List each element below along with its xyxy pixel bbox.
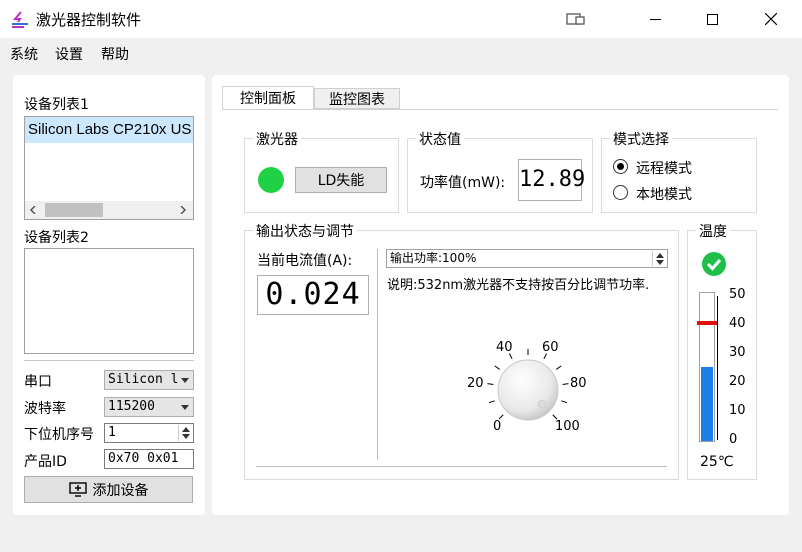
- menu-help[interactable]: 帮助: [101, 44, 129, 64]
- current-lcd: 0.024: [257, 275, 369, 315]
- port-select[interactable]: Silicon l: [104, 370, 194, 390]
- dial-pointer: [537, 399, 547, 409]
- slave-label: 下位机序号: [24, 427, 94, 443]
- baud-label: 波特率: [24, 401, 66, 417]
- check-circle-icon: [702, 252, 726, 276]
- output-group-title: 输出状态与调节: [253, 221, 357, 241]
- dial-label-80: 80: [570, 376, 587, 391]
- remote-mode-label[interactable]: 远程模式: [636, 158, 692, 178]
- spin-down-icon[interactable]: [656, 260, 664, 265]
- chevron-right-icon[interactable]: [179, 206, 187, 214]
- scale-40: 40: [729, 316, 746, 331]
- device-list1[interactable]: Silicon Labs CP210x US: [24, 116, 194, 220]
- spin-arrows[interactable]: [652, 251, 666, 266]
- tab-line: [222, 109, 778, 110]
- horizontal-scrollbar[interactable]: [25, 201, 193, 219]
- product-id-field[interactable]: 0x70 0x01: [104, 449, 194, 469]
- alarm-marker: [697, 320, 717, 325]
- thermo-scale: [717, 296, 727, 440]
- port-label: 串口: [24, 374, 52, 390]
- port-value: Silicon l: [108, 372, 179, 387]
- product-value: 0x70 0x01: [108, 451, 179, 466]
- tab-control[interactable]: 控制面板: [222, 86, 314, 110]
- screen-icon[interactable]: [566, 13, 586, 27]
- dial-tick: [556, 365, 562, 370]
- temp-readout: 25℃: [700, 454, 734, 470]
- divider: [24, 360, 194, 361]
- dial-knob[interactable]: [497, 359, 559, 421]
- temp-group-title: 温度: [696, 221, 730, 241]
- output-power-value: 输出功率:100%: [390, 251, 477, 265]
- device-list2-label: 设备列表2: [24, 230, 89, 246]
- product-label: 产品ID: [24, 454, 67, 470]
- dial-label-20: 20: [467, 376, 484, 391]
- thermometer: [697, 292, 717, 442]
- ld-disable-button[interactable]: LD失能: [295, 167, 387, 193]
- remote-mode-radio[interactable]: [613, 159, 628, 174]
- close-button[interactable]: [748, 0, 794, 38]
- add-device-label: 添加设备: [92, 482, 149, 499]
- slave-spinbox[interactable]: 1: [104, 423, 194, 443]
- dial-tick: [487, 383, 494, 386]
- device-list2[interactable]: [24, 248, 194, 354]
- chevron-left-icon[interactable]: [29, 206, 37, 214]
- output-power-spinbox[interactable]: 输出功率:100%: [386, 249, 668, 268]
- baud-value: 115200: [108, 399, 155, 414]
- dial-tick: [494, 365, 500, 370]
- add-device-button[interactable]: 添加设备: [24, 476, 193, 503]
- laser-status-indicator: [258, 167, 284, 193]
- baud-select[interactable]: 115200: [104, 397, 194, 417]
- local-mode-radio[interactable]: [613, 185, 628, 200]
- power-lcd: 12.89: [518, 159, 585, 201]
- minimize-icon: [649, 18, 661, 20]
- output-bottom-line: [256, 466, 667, 467]
- scale-10: 10: [729, 403, 746, 418]
- dial-label-40: 40: [496, 340, 513, 355]
- dial-tick: [488, 400, 495, 404]
- chevron-down-icon: [181, 378, 189, 383]
- tab-monitor[interactable]: 监控图表: [314, 88, 400, 109]
- minimize-button[interactable]: [632, 0, 678, 38]
- dial-tick: [562, 383, 569, 386]
- laser-group-title: 激光器: [253, 129, 301, 149]
- output-note: 说明:532nm激光器不支持按百分比调节功率.: [387, 278, 650, 293]
- scale-50: 50: [729, 287, 746, 302]
- scale-20: 20: [729, 374, 746, 389]
- menu-settings[interactable]: 设置: [55, 44, 83, 64]
- spin-up-icon[interactable]: [656, 253, 664, 258]
- local-mode-label[interactable]: 本地模式: [636, 184, 692, 204]
- spin-arrows[interactable]: [178, 425, 192, 441]
- scrollbar-thumb[interactable]: [45, 203, 103, 217]
- dial-label-60: 60: [542, 340, 559, 355]
- scale-0: 0: [729, 432, 738, 447]
- menu-system[interactable]: 系统: [10, 44, 38, 64]
- spin-up-icon[interactable]: [182, 427, 190, 432]
- status-group-title: 状态值: [416, 129, 464, 149]
- list-item[interactable]: Silicon Labs CP210x US: [25, 117, 193, 143]
- mode-group-title: 模式选择: [610, 129, 672, 149]
- slave-value: 1: [108, 425, 116, 440]
- spin-down-icon[interactable]: [182, 434, 190, 439]
- dial-label-100: 100: [555, 419, 580, 434]
- thermometer-fill: [701, 367, 713, 441]
- dial-label-0: 0: [493, 419, 502, 434]
- window-title: 激光器控制软件: [36, 11, 142, 29]
- scale-30: 30: [729, 345, 746, 360]
- power-label: 功率值(mW):: [420, 175, 506, 191]
- maximize-button[interactable]: [689, 0, 735, 38]
- current-label: 当前电流值(A):: [257, 253, 353, 269]
- close-icon: [765, 13, 777, 25]
- device-list1-label: 设备列表1: [24, 97, 89, 113]
- chevron-down-icon: [181, 405, 189, 410]
- maximize-icon: [706, 13, 718, 25]
- dial-tick: [561, 400, 568, 404]
- output-divider: [377, 249, 378, 460]
- add-monitor-icon: [68, 482, 87, 497]
- app-logo-icon: [12, 11, 28, 28]
